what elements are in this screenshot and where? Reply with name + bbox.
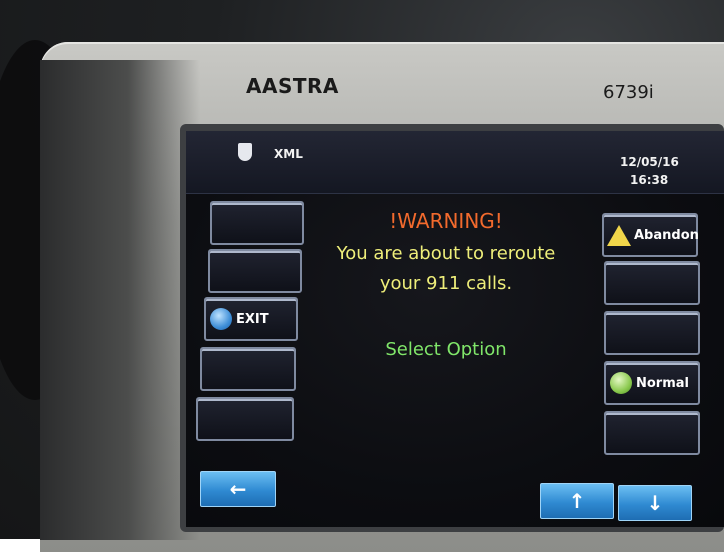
status-bar: XML 12/05/16 16:38 [186, 131, 724, 194]
time-display: 16:38 [630, 173, 669, 187]
softkey-exit[interactable]: EXIT [204, 297, 298, 341]
xml-app-icon [238, 143, 252, 161]
nav-left-button[interactable]: ← [200, 471, 276, 507]
warning-title: !WARNING! [389, 209, 503, 233]
brand-logo: AASTRA [246, 74, 339, 98]
warning-line-2: your 911 calls. [379, 273, 513, 294]
warning-line-1: You are about to reroute [336, 243, 556, 264]
softkey-left-4[interactable] [200, 347, 296, 391]
arrow-up-icon: ↑ [568, 489, 586, 513]
nav-down-button[interactable]: ↓ [618, 485, 692, 521]
phone-screen: XML 12/05/16 16:38 EXIT Abandon Normal !… [186, 131, 724, 527]
app-label: XML [274, 147, 303, 161]
softkey-normal-label: Normal [636, 375, 689, 391]
warning-icon [607, 224, 631, 246]
softkey-right-3[interactable] [604, 311, 700, 355]
select-option-prompt: Select Option [385, 339, 507, 360]
softkey-left-1[interactable] [210, 201, 304, 245]
arrow-down-icon: ↓ [646, 491, 664, 515]
model-number: 6739i [603, 82, 654, 103]
phone-side-shadow [40, 60, 200, 540]
exit-icon [210, 308, 232, 330]
softkey-left-2[interactable] [208, 249, 302, 293]
softkey-right-2[interactable] [604, 261, 700, 305]
arrow-left-icon: ← [229, 477, 247, 501]
softkey-abandon-label: Abandon [634, 227, 699, 243]
softkey-left-5[interactable] [196, 397, 294, 441]
nav-up-button[interactable]: ↑ [540, 483, 614, 519]
softkey-normal[interactable]: Normal [604, 361, 700, 405]
softkey-abandon[interactable]: Abandon [602, 213, 699, 257]
softkey-right-5[interactable] [604, 411, 700, 455]
normal-icon [610, 372, 632, 394]
date-display: 12/05/16 [620, 155, 679, 169]
softkey-exit-label: EXIT [236, 311, 269, 327]
